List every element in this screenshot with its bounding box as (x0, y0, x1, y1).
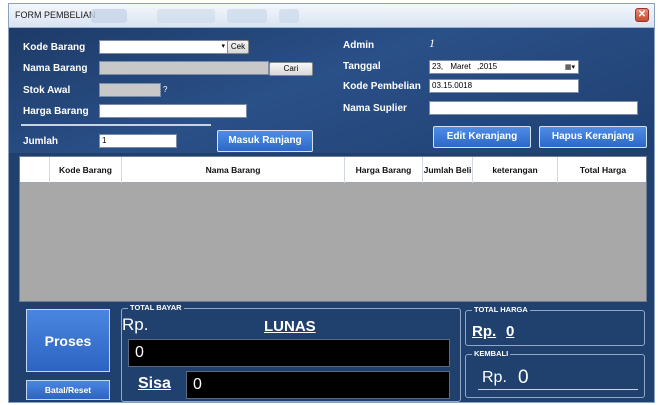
chevron-down-icon: ▾ (221, 43, 225, 50)
kode-pembelian-label: Kode Pembelian (343, 81, 421, 92)
row-selector-header (20, 157, 50, 183)
calendar-icon[interactable]: ▦▾ (565, 62, 575, 74)
cek-button[interactable]: Cek (227, 40, 249, 54)
kembali-title: KEMBALI (472, 349, 511, 358)
nama-barang-field[interactable] (99, 61, 269, 75)
stok-awal-label: Stok Awal (23, 85, 71, 96)
batal-reset-button[interactable]: Batal/Reset (26, 380, 110, 400)
window-title: FORM PEMBELIAN (15, 10, 96, 20)
close-icon: ✕ (637, 9, 647, 20)
admin-value: 1 (429, 36, 435, 50)
close-button[interactable]: ✕ (635, 8, 649, 22)
total-bayar-title: TOTAL BAYAR (128, 303, 184, 312)
kembali-group: KEMBALI Rp. 0 (465, 349, 645, 398)
stok-awal-hint: ? (163, 85, 168, 94)
harga-barang-label: Harga Barang (23, 106, 89, 117)
kembali-underline (478, 389, 638, 390)
total-bayar-group: TOTAL BAYAR Rp. LUNAS 0 Sisa 0 (121, 303, 461, 402)
hapus-keranjang-button[interactable]: Hapus Keranjang (539, 126, 647, 148)
separator (21, 124, 211, 126)
payment-panel: Proses Batal/Reset TOTAL BAYAR Rp. LUNAS… (9, 302, 654, 402)
kembali-value: 0 (518, 367, 529, 388)
title-decoration (227, 9, 267, 23)
edit-keranjang-button[interactable]: Edit Keranjang (433, 126, 531, 148)
total-harga-value: 0 (506, 323, 515, 340)
nama-suplier-label: Nama Suplier (343, 103, 407, 114)
kode-barang-label: Kode Barang (23, 42, 86, 53)
masuk-ranjang-button[interactable]: Masuk Ranjang (217, 130, 313, 152)
tanggal-month: Maret (450, 62, 471, 71)
nama-barang-label: Nama Barang (23, 63, 88, 74)
column-header-jumlah-beli[interactable]: Jumlah Beli (423, 157, 473, 183)
nama-suplier-field[interactable] (429, 101, 638, 115)
tanggal-label: Tanggal (343, 61, 381, 72)
lunas-status: LUNAS (264, 318, 316, 335)
column-header-kode-barang[interactable]: Kode Barang (50, 157, 122, 183)
kode-barang-combo[interactable]: ▾ (99, 40, 229, 54)
total-harga-group: TOTAL HARGA Rp. 0 (465, 305, 645, 346)
cart-table[interactable]: Kode Barang Nama Barang Harga Barang Jum… (19, 156, 647, 302)
tanggal-day: 23, (432, 62, 444, 71)
title-decoration (279, 9, 299, 23)
sisa-label: Sisa (138, 375, 171, 392)
jumlah-field[interactable]: 1 (99, 134, 177, 148)
cari-button[interactable]: Cari (269, 62, 313, 76)
admin-label: Admin (343, 40, 375, 51)
proses-button[interactable]: Proses (26, 309, 110, 372)
title-decoration (157, 9, 215, 23)
harga-barang-field[interactable] (99, 104, 247, 118)
total-harga-title: TOTAL HARGA (472, 305, 530, 314)
column-header-keterangan[interactable]: keterangan (473, 157, 558, 183)
table-header: Kode Barang Nama Barang Harga Barang Jum… (20, 157, 646, 183)
column-header-harga-barang[interactable]: Harga Barang (345, 157, 423, 183)
total-bayar-currency: Rp. (122, 315, 149, 334)
jumlah-label: Jumlah (23, 136, 59, 147)
kembali-currency: Rp. (482, 369, 507, 386)
total-harga-currency: Rp. (472, 323, 497, 340)
title-bar: FORM PEMBELIAN ✕ (9, 4, 654, 28)
tanggal-year: ,2015 (477, 62, 498, 71)
form-pembelian-window: FORM PEMBELIAN ✕ Kode Barang ▾ Cek Nama … (8, 3, 655, 403)
column-header-nama-barang[interactable]: Nama Barang (122, 157, 345, 183)
sisa-value: 0 (186, 371, 450, 399)
total-bayar-input[interactable]: 0 (128, 339, 450, 367)
column-header-total-harga[interactable]: Total Harga (558, 157, 648, 183)
tanggal-datepicker[interactable]: 23, Maret ,2015 ▦▾ (429, 60, 579, 74)
form-panel: Kode Barang ▾ Cek Nama Barang Cari Stok … (9, 28, 654, 153)
kode-pembelian-field[interactable]: 03.15.0018 (429, 79, 579, 93)
title-decoration (91, 9, 127, 23)
stok-awal-field[interactable] (99, 83, 161, 97)
